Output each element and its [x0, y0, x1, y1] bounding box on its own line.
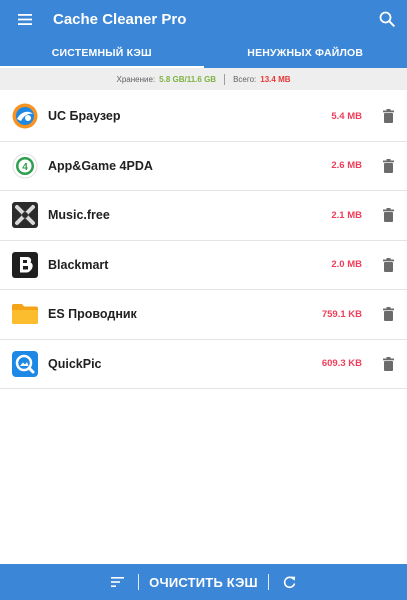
cache-size: 759.1 KB — [321, 308, 362, 320]
app-name: Music.free — [48, 208, 110, 223]
delete-button[interactable] — [379, 157, 397, 175]
app-bar: Cache Cleaner Pro СИСТЕМНЫЙ КЭШ НЕНУЖНЫХ… — [0, 0, 407, 68]
bottom-divider — [138, 574, 140, 590]
svg-text:4: 4 — [22, 162, 28, 173]
sort-button[interactable] — [106, 571, 128, 593]
app-name: Blackmart — [48, 257, 109, 272]
search-button[interactable] — [367, 0, 407, 38]
list-item[interactable]: UC Браузер 5.4 MB — [0, 92, 407, 142]
app-name: App&Game 4PDA — [48, 158, 153, 173]
sort-icon — [110, 577, 124, 587]
delete-button[interactable] — [379, 355, 397, 373]
delete-button[interactable] — [379, 305, 397, 323]
storage-value: 5.8 GB/11.6 GB — [159, 74, 217, 84]
app-cache-list: UC Браузер 5.4 MB 4 App&Game 4PDA 2.6 MB — [0, 92, 407, 389]
trash-icon — [382, 257, 394, 272]
bottom-action-bar: ОЧИСТИТЬ КЭШ — [0, 564, 407, 600]
cache-size: 2.6 MB — [331, 160, 362, 172]
menu-button[interactable] — [0, 0, 40, 38]
bottom-divider — [267, 574, 269, 590]
clear-cache-button[interactable]: ОЧИСТИТЬ КЭШ — [149, 575, 258, 590]
list-item[interactable]: Music.free 2.1 MB — [0, 191, 407, 241]
tab-junk-files[interactable]: НЕНУЖНЫХ ФАЙЛОВ — [204, 38, 407, 68]
toolbar: Cache Cleaner Pro — [0, 0, 407, 38]
cache-size: 2.0 MB — [331, 259, 362, 271]
delete-button[interactable] — [379, 256, 397, 274]
total-label: Всего: — [233, 74, 257, 84]
tab-system-cache[interactable]: СИСТЕМНЫЙ КЭШ — [0, 38, 204, 68]
es-explorer-icon — [11, 300, 39, 328]
app-name: UC Браузер — [48, 109, 121, 124]
app-name: ES Проводник — [48, 307, 137, 322]
trash-icon — [382, 158, 394, 173]
hamburger-menu-icon — [18, 13, 32, 25]
cache-size: 2.1 MB — [331, 209, 362, 221]
trash-icon — [382, 208, 394, 223]
blackmart-icon — [11, 251, 39, 279]
cache-size: 5.4 MB — [331, 110, 362, 122]
4pda-icon: 4 — [11, 152, 39, 180]
storage-label: Хранение: — [116, 74, 156, 84]
uc-browser-icon — [11, 102, 39, 130]
trash-icon — [382, 307, 394, 322]
app-title: Cache Cleaner Pro — [53, 10, 187, 28]
storage-divider — [224, 73, 226, 85]
list-item[interactable]: Blackmart 2.0 MB — [0, 241, 407, 290]
cache-size: 609.3 KB — [321, 358, 362, 370]
total-value: 13.4 MB — [260, 74, 291, 84]
quickpic-icon — [11, 350, 39, 378]
trash-icon — [382, 356, 394, 371]
delete-button[interactable] — [379, 206, 397, 224]
tab-bar: СИСТЕМНЫЙ КЭШ НЕНУЖНЫХ ФАЙЛОВ — [0, 38, 407, 68]
list-item[interactable]: ES Проводник 759.1 KB — [0, 290, 407, 340]
storage-info-bar: Хранение: 5.8 GB/11.6 GB Всего: 13.4 MB — [0, 68, 407, 90]
delete-button[interactable] — [379, 107, 397, 125]
refresh-icon — [284, 576, 296, 588]
music-free-icon — [11, 201, 39, 229]
search-icon — [379, 11, 395, 27]
app-name: QuickPic — [48, 356, 102, 371]
list-item[interactable]: QuickPic 609.3 KB — [0, 340, 407, 389]
list-item[interactable]: 4 App&Game 4PDA 2.6 MB — [0, 142, 407, 191]
refresh-button[interactable] — [279, 571, 301, 593]
trash-icon — [382, 109, 394, 124]
